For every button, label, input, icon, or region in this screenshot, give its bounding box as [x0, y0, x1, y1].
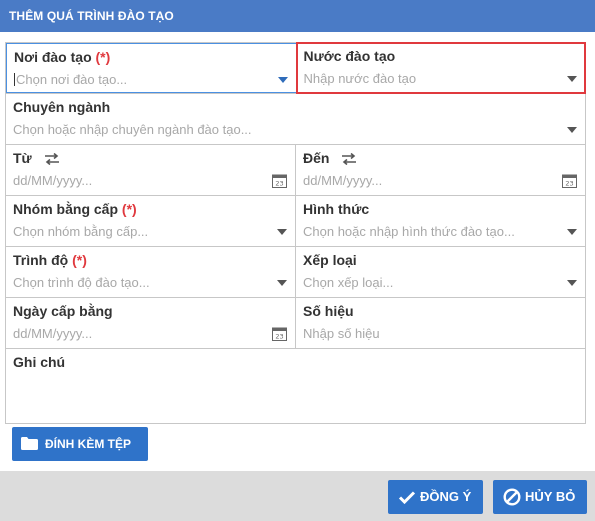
- text-cursor: [14, 73, 15, 86]
- ok-button[interactable]: ĐỒNG Ý: [388, 480, 483, 514]
- swap-arrows-icon[interactable]: [44, 153, 60, 165]
- xep-loai-input[interactable]: Chọn xếp loại...: [303, 274, 577, 292]
- cancel-button[interactable]: HỦY BỎ: [493, 480, 587, 514]
- cancel-label: HỦY BỎ: [525, 489, 576, 504]
- check-icon: [398, 491, 416, 505]
- trinh-do-input[interactable]: Chọn trình độ đào tạo...: [13, 274, 287, 292]
- so-hieu-field[interactable]: Số hiệu Nhập số hiệu: [296, 298, 585, 348]
- nuoc-dao-tao-label: Nước đào tạo: [303, 48, 396, 64]
- chuyen-nganh-field[interactable]: Chuyên ngành Chọn hoặc nhập chuyên ngành…: [6, 94, 585, 144]
- den-field[interactable]: Đến dd/MM/yyyy... 23: [296, 145, 585, 195]
- tu-label: Từ: [13, 150, 60, 166]
- required-marker: (*): [72, 252, 87, 268]
- attach-file-button[interactable]: ĐÍNH KÈM TỆP: [12, 427, 148, 461]
- trinh-do-label: Trình độ (*): [13, 252, 87, 268]
- form-row: Ghi chú: [6, 349, 585, 423]
- hinh-thuc-field[interactable]: Hình thức Chọn hoặc nhập hình thức đào t…: [296, 196, 585, 246]
- ghi-chu-label: Ghi chú: [13, 354, 66, 370]
- required-marker: (*): [121, 201, 137, 217]
- svg-text:23: 23: [275, 333, 283, 341]
- tu-input[interactable]: dd/MM/yyyy... 23: [13, 172, 287, 190]
- caret-down-icon[interactable]: [567, 280, 577, 286]
- training-form: Nơi đào tạo (*) Chọn nơi đào tạo... Nước…: [5, 42, 586, 424]
- den-input[interactable]: dd/MM/yyyy... 23: [303, 172, 577, 190]
- noi-dao-tao-input[interactable]: Chọn nơi đào tạo...: [14, 71, 288, 89]
- noi-dao-tao-label: Nơi đào tạo (*): [14, 49, 111, 65]
- so-hieu-input[interactable]: Nhập số hiệu: [303, 325, 577, 343]
- nhom-bang-cap-input[interactable]: Chọn nhóm bằng cấp...: [13, 223, 287, 241]
- nhom-bang-cap-field[interactable]: Nhóm bằng cấp (*) Chọn nhóm bằng cấp...: [6, 196, 296, 246]
- cancel-icon: [503, 488, 521, 506]
- form-row: Từ dd/MM/yyyy... 23 Đến dd/MM/yyyy... 23: [6, 145, 585, 196]
- hinh-thuc-input[interactable]: Chọn hoặc nhập hình thức đào tạo...: [303, 223, 577, 241]
- nuoc-dao-tao-field[interactable]: Nước đào tạo Nhập nước đào tạo: [295, 42, 586, 94]
- xep-loai-label: Xếp loại: [303, 252, 357, 268]
- ngay-cap-bang-input[interactable]: dd/MM/yyyy... 23: [13, 325, 287, 343]
- nhom-bang-cap-label: Nhóm bằng cấp (*): [13, 201, 137, 217]
- tu-field[interactable]: Từ dd/MM/yyyy... 23: [6, 145, 296, 195]
- noi-dao-tao-field[interactable]: Nơi đào tạo (*) Chọn nơi đào tạo...: [6, 43, 297, 93]
- ok-label: ĐỒNG Ý: [420, 489, 472, 504]
- caret-down-icon[interactable]: [277, 280, 287, 286]
- den-label: Đến: [303, 150, 357, 166]
- form-row: Trình độ (*) Chọn trình độ đào tạo... Xế…: [6, 247, 585, 298]
- form-row: Ngày cấp bằng dd/MM/yyyy... 23 Số hiệu Nh…: [6, 298, 585, 349]
- caret-down-icon[interactable]: [277, 229, 287, 235]
- hinh-thuc-label: Hình thức: [303, 201, 370, 217]
- calendar-icon[interactable]: 23: [272, 326, 287, 341]
- caret-down-icon[interactable]: [567, 76, 577, 82]
- nuoc-dao-tao-input[interactable]: Nhập nước đào tạo: [304, 70, 577, 88]
- calendar-icon[interactable]: 23: [272, 173, 287, 188]
- swap-arrows-icon[interactable]: [341, 153, 357, 165]
- ghi-chu-field[interactable]: Ghi chú: [6, 349, 585, 423]
- so-hieu-label: Số hiệu: [303, 303, 354, 319]
- svg-text:23: 23: [565, 180, 573, 188]
- ngay-cap-bang-label: Ngày cấp bằng: [13, 303, 113, 319]
- svg-text:23: 23: [275, 180, 283, 188]
- form-row: Chuyên ngành Chọn hoặc nhập chuyên ngành…: [6, 94, 585, 145]
- trinh-do-field[interactable]: Trình độ (*) Chọn trình độ đào tạo...: [6, 247, 296, 297]
- folder-icon: [21, 437, 38, 450]
- caret-down-icon[interactable]: [277, 77, 288, 83]
- caret-down-icon[interactable]: [567, 127, 577, 133]
- attach-file-label: ĐÍNH KÈM TỆP: [45, 437, 132, 451]
- required-marker: (*): [95, 49, 111, 65]
- chuyen-nganh-input[interactable]: Chọn hoặc nhập chuyên ngành đào tạo...: [13, 121, 577, 139]
- xep-loai-field[interactable]: Xếp loại Chọn xếp loại...: [296, 247, 585, 297]
- form-row: Nơi đào tạo (*) Chọn nơi đào tạo... Nước…: [6, 42, 586, 94]
- caret-down-icon[interactable]: [567, 229, 577, 235]
- dialog-footer: ĐỒNG Ý HỦY BỎ: [0, 471, 595, 521]
- dialog-title: THÊM QUÁ TRÌNH ĐÀO TẠO: [0, 0, 595, 32]
- ngay-cap-bang-field[interactable]: Ngày cấp bằng dd/MM/yyyy... 23: [6, 298, 296, 348]
- calendar-icon[interactable]: 23: [562, 173, 577, 188]
- form-row: Nhóm bằng cấp (*) Chọn nhóm bằng cấp... …: [6, 196, 585, 247]
- chuyen-nganh-label: Chuyên ngành: [13, 99, 111, 115]
